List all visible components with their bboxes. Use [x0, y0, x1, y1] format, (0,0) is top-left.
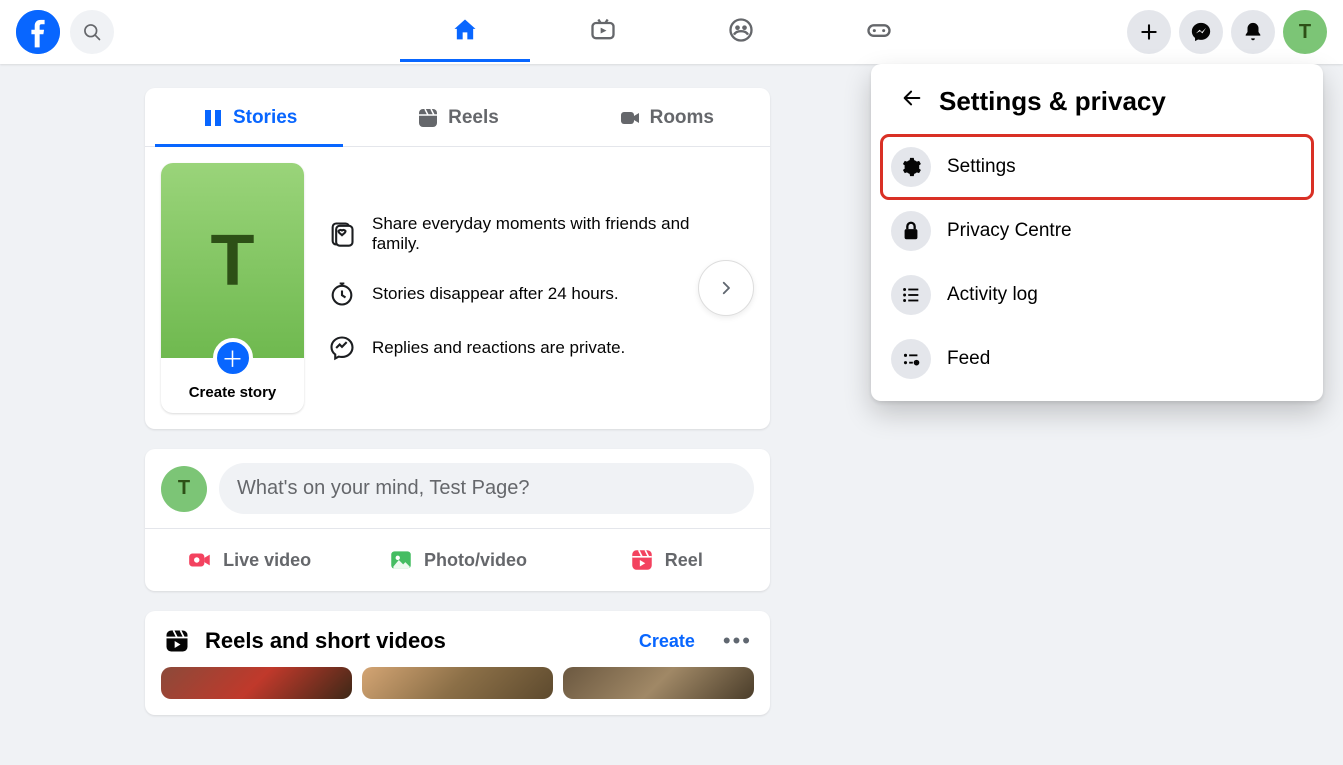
- create-button[interactable]: [1127, 10, 1171, 54]
- dropdown-item-label: Activity log: [947, 284, 1038, 306]
- stories-next-button[interactable]: [698, 260, 754, 316]
- photo-video-button[interactable]: Photo/video: [353, 537, 561, 583]
- chevron-right-icon: [717, 279, 735, 297]
- video-icon: [589, 16, 617, 44]
- story-info-row: Share everyday moments with friends and …: [328, 214, 694, 254]
- list-icon: [891, 275, 931, 315]
- create-story-tile[interactable]: T ＋ Create story: [161, 163, 304, 413]
- story-avatar-initial: T: [211, 220, 255, 302]
- story-info-row: Stories disappear after 24 hours.: [328, 280, 694, 308]
- content-tab-label: Rooms: [650, 107, 714, 129]
- reels-card: Reels and short videos Create •••: [145, 611, 770, 715]
- back-button[interactable]: [901, 87, 921, 116]
- content-tab-label: Stories: [233, 107, 297, 129]
- right-icons: T: [1127, 10, 1327, 54]
- photo-icon: [388, 547, 414, 573]
- dropdown-item-label: Feed: [947, 348, 990, 370]
- reels-header-icon: [163, 627, 191, 655]
- composer-top: T What's on your mind, Test Page?: [145, 449, 770, 529]
- stories-body: T ＋ Create story Share everyday moments …: [145, 147, 770, 429]
- dropdown-item-label: Privacy Centre: [947, 220, 1072, 242]
- composer-action-label: Photo/video: [424, 550, 527, 571]
- heart-card-icon: [328, 220, 356, 248]
- content-tab-rooms[interactable]: Rooms: [562, 88, 770, 146]
- content-tab-reels[interactable]: Reels: [353, 88, 561, 146]
- story-info-text: Stories disappear after 24 hours.: [372, 284, 619, 304]
- story-info-text: Replies and reactions are private.: [372, 338, 625, 358]
- dropdown-item-privacy[interactable]: Privacy Centre: [881, 199, 1313, 263]
- messenger-icon: [1190, 21, 1212, 43]
- gear-icon: [891, 147, 931, 187]
- settings-privacy-dropdown: Settings & privacy Settings Privacy Cent…: [871, 64, 1323, 401]
- dropdown-title: Settings & privacy: [939, 86, 1166, 117]
- home-icon: [451, 16, 479, 44]
- groups-icon: [727, 16, 755, 44]
- composer-avatar[interactable]: T: [161, 466, 207, 512]
- composer-placeholder: What's on your mind, Test Page?: [237, 477, 530, 499]
- dropdown-item-feed[interactable]: Feed: [881, 327, 1313, 391]
- composer-actions: Live video Photo/video Reel: [145, 529, 770, 591]
- reel-icon: [629, 547, 655, 573]
- dropdown-item-settings[interactable]: Settings: [881, 135, 1313, 199]
- tab-video[interactable]: [538, 0, 668, 60]
- composer-action-label: Reel: [665, 550, 703, 571]
- search-icon: [82, 22, 102, 42]
- search-button[interactable]: [70, 10, 114, 54]
- reel-thumbnail[interactable]: [563, 667, 754, 699]
- story-tile-image: T ＋: [161, 163, 304, 358]
- reel-thumbnail[interactable]: [362, 667, 553, 699]
- create-reel-link[interactable]: Create: [639, 631, 695, 652]
- live-video-button[interactable]: Live video: [145, 537, 353, 583]
- messenger-button[interactable]: [1179, 10, 1223, 54]
- bell-icon: [1242, 21, 1264, 43]
- content-tab-label: Reels: [448, 107, 499, 129]
- dropdown-item-activity[interactable]: Activity log: [881, 263, 1313, 327]
- avatar-initial: T: [178, 477, 190, 500]
- content-tab-stories[interactable]: Stories: [145, 88, 353, 146]
- dropdown-header: Settings & privacy: [881, 74, 1313, 135]
- composer-input[interactable]: What's on your mind, Test Page?: [219, 463, 754, 514]
- rooms-icon: [618, 106, 642, 130]
- reel-button[interactable]: Reel: [562, 537, 770, 583]
- stories-card: Stories Reels Rooms T ＋ Create story: [145, 88, 770, 429]
- reels-title: Reels and short videos: [205, 628, 625, 654]
- reel-thumbnail[interactable]: [161, 667, 352, 699]
- plus-icon: ＋: [213, 338, 253, 378]
- arrow-left-icon: [901, 87, 923, 109]
- notifications-button[interactable]: [1231, 10, 1275, 54]
- story-info-row: Replies and reactions are private.: [328, 334, 694, 362]
- facebook-logo[interactable]: [16, 10, 60, 54]
- reels-menu-button[interactable]: •••: [723, 628, 752, 654]
- reels-icon: [416, 106, 440, 130]
- lock-icon: [891, 211, 931, 251]
- tab-gaming[interactable]: [814, 0, 944, 60]
- story-info: Share everyday moments with friends and …: [328, 214, 754, 362]
- tab-home[interactable]: [400, 0, 530, 60]
- account-button[interactable]: T: [1283, 10, 1327, 54]
- avatar-initial: T: [1299, 21, 1311, 44]
- top-nav: T: [0, 0, 1343, 64]
- dropdown-item-label: Settings: [947, 156, 1016, 178]
- center-tabs: [400, 0, 944, 64]
- main-column: Stories Reels Rooms T ＋ Create story: [145, 0, 770, 715]
- composer-action-label: Live video: [223, 550, 311, 571]
- clock-icon: [328, 280, 356, 308]
- story-info-text: Share everyday moments with friends and …: [372, 214, 694, 254]
- live-video-icon: [187, 547, 213, 573]
- gaming-icon: [865, 16, 893, 44]
- stories-icon: [201, 106, 225, 130]
- feed-icon: [891, 339, 931, 379]
- tab-groups[interactable]: [676, 0, 806, 60]
- reels-header: Reels and short videos Create •••: [145, 611, 770, 667]
- messenger-outline-icon: [328, 334, 356, 362]
- plus-icon: [1139, 22, 1159, 42]
- content-tabs: Stories Reels Rooms: [145, 88, 770, 147]
- composer-card: T What's on your mind, Test Page? Live v…: [145, 449, 770, 591]
- reels-thumbs: [145, 667, 770, 715]
